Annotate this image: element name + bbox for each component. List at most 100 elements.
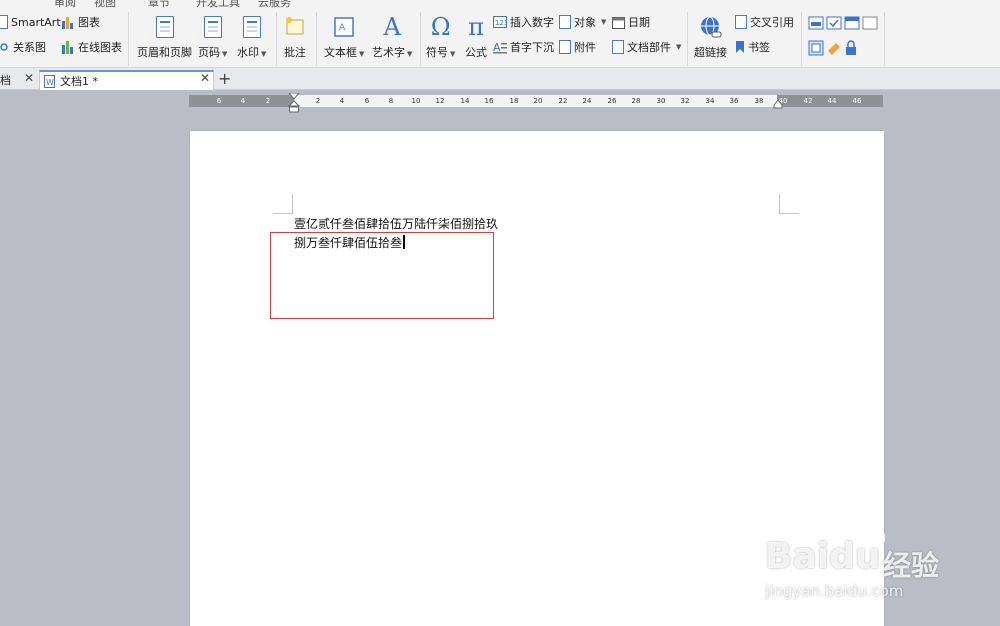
page-number-icon <box>203 16 222 38</box>
ruler-tick: 22 <box>558 97 568 105</box>
object-label: 对象 <box>574 16 596 29</box>
ruler-tick: 2 <box>315 97 321 105</box>
date-button[interactable]: 日期 <box>612 12 650 32</box>
ruler-tick: 26 <box>607 97 617 105</box>
document-text-line-1[interactable]: 壹亿贰仟叁佰肆拾伍万陆仟柒佰捌拾玖 <box>294 215 498 232</box>
wordart-icon: A <box>383 13 401 41</box>
menu-cloud[interactable]: 云服务 <box>258 0 291 8</box>
ruler-tick: 24 <box>582 97 592 105</box>
right-indent-marker[interactable] <box>773 99 783 109</box>
watermark-icon <box>242 16 261 38</box>
insert-ribbon: SmartArt 图表 关系图 在线图表 页眉和页脚 页码 ▼ 水印 ▼ 批注 A <box>0 8 1000 68</box>
ruler-tick: 28 <box>631 97 641 105</box>
header-footer-icon <box>155 16 174 38</box>
attachment-icon <box>559 40 571 54</box>
tab-document1[interactable]: W 文档1 * <box>39 70 214 90</box>
relation-label: 关系图 <box>13 41 46 54</box>
dropcap-icon: A <box>493 41 507 54</box>
attachment-label: 附件 <box>574 41 596 54</box>
smartart-button[interactable]: SmartArt <box>0 12 61 32</box>
menu-view[interactable]: 视图 <box>94 0 116 8</box>
date-label: 日期 <box>628 16 650 29</box>
ruler-tick: 44 <box>827 97 837 105</box>
online-chart-button[interactable]: 在线图表 <box>61 37 122 57</box>
bookmark-icon <box>736 41 744 53</box>
dropcap-label: 首字下沉 <box>510 41 554 54</box>
menu-section[interactable]: 章节 <box>148 0 170 8</box>
doc-parts-label: 文档部件 <box>627 41 671 54</box>
bar-chart-icon <box>62 17 73 29</box>
header-footer-label: 页眉和页脚 <box>137 46 192 59</box>
ruler-tick: 34 <box>705 97 715 105</box>
formula-button[interactable]: π 公式 <box>465 12 487 60</box>
comment-label: 批注 <box>284 46 306 59</box>
relation-diagram-button[interactable]: 关系图 <box>0 37 46 57</box>
ruler-tick: 10 <box>411 97 421 105</box>
attachment-button[interactable]: 附件 <box>559 37 596 57</box>
highlight-box <box>270 232 494 319</box>
bookmark-button[interactable]: 书签 <box>735 37 770 57</box>
textbox-icon: A <box>334 17 354 37</box>
ruler-tick: 8 <box>388 97 394 105</box>
comment-icon <box>286 17 304 35</box>
wordart-button[interactable]: A 艺术字 ▼ <box>372 12 412 60</box>
ruler-tick: 16 <box>484 97 494 105</box>
margin-corner-mark <box>779 194 799 214</box>
textbox-button[interactable]: A 文本框 ▼ <box>324 12 364 60</box>
online-chart-label: 在线图表 <box>78 41 122 54</box>
close-icon[interactable]: ✕ <box>200 71 210 85</box>
divider <box>884 12 885 66</box>
doc-parts-icon <box>612 40 624 54</box>
close-icon[interactable]: ✕ <box>24 71 34 85</box>
ruler-tick: 4 <box>339 97 345 105</box>
cross-reference-icon <box>735 15 747 29</box>
divider <box>420 12 421 66</box>
smartart-label: SmartArt <box>11 15 61 29</box>
smartart-icon <box>0 15 8 29</box>
hyperlink-label: 超链接 <box>694 46 727 59</box>
new-tab-button[interactable]: + <box>218 69 231 88</box>
margin-corner-mark <box>273 194 293 214</box>
horizontal-ruler[interactable]: 6 4 2 2 4 6 8 10 12 14 16 18 20 22 24 26… <box>189 93 883 113</box>
document-workspace[interactable]: 6 4 2 2 4 6 8 10 12 14 16 18 20 22 24 26… <box>0 91 1000 626</box>
document-icon: W <box>44 74 55 88</box>
svg-text:W: W <box>46 78 54 87</box>
comment-button[interactable]: 批注 <box>284 12 306 60</box>
ruler-tick: 32 <box>680 97 690 105</box>
ruler-tick: 38 <box>754 97 764 105</box>
object-button[interactable]: 对象 ▼ <box>559 12 606 32</box>
page-number-label: 页码 <box>198 46 220 59</box>
menu-bar: 审阅 视图 章节 开发工具 云服务 <box>0 0 1000 8</box>
menu-review[interactable]: 审阅 <box>54 0 76 8</box>
document-tab-bar: 档 ✕ W 文档1 * ✕ + <box>0 68 1000 90</box>
header-footer-button[interactable]: 页眉和页脚 <box>137 12 192 60</box>
chart-button[interactable]: 图表 <box>61 12 100 32</box>
ruler-tick: 6 <box>364 97 370 105</box>
bookmark-label: 书签 <box>748 41 770 54</box>
chevron-down-icon: ▼ <box>407 50 413 58</box>
insert-number-label: 插入数字 <box>510 16 554 29</box>
chevron-down-icon: ▼ <box>261 50 267 58</box>
document-page[interactable]: 壹亿贰仟叁佰肆拾伍万陆仟柒佰捌拾玖 捌万叁仟肆佰伍拾叁 <box>190 131 884 626</box>
watermark-label: 水印 <box>237 46 259 59</box>
svg-text:A: A <box>339 23 346 33</box>
chevron-down-icon: ▼ <box>359 50 365 58</box>
online-chart-icon <box>62 41 73 54</box>
globe-link-icon <box>700 16 721 38</box>
insert-number-button[interactable]: 123 插入数字 <box>493 12 554 32</box>
page-number-button[interactable]: 页码 ▼ <box>198 12 227 60</box>
ruler-tick: 18 <box>509 97 519 105</box>
ruler-tick: 12 <box>435 97 445 105</box>
menu-devtools[interactable]: 开发工具 <box>196 0 240 8</box>
relation-icon <box>0 43 8 51</box>
ruler-tick: 6 <box>216 97 222 105</box>
dropcap-button[interactable]: A 首字下沉 <box>493 37 554 57</box>
hyperlink-button[interactable]: 超链接 <box>694 12 727 60</box>
cross-reference-button[interactable]: 交叉引用 <box>735 12 794 32</box>
divider <box>687 12 688 66</box>
symbol-button[interactable]: Ω 符号 ▼ <box>426 12 455 60</box>
indent-marker[interactable] <box>288 93 300 115</box>
watermark-button[interactable]: 水印 ▼ <box>237 12 266 60</box>
form-controls-icons <box>808 16 878 56</box>
doc-parts-button[interactable]: 文档部件 ▼ <box>612 37 681 57</box>
